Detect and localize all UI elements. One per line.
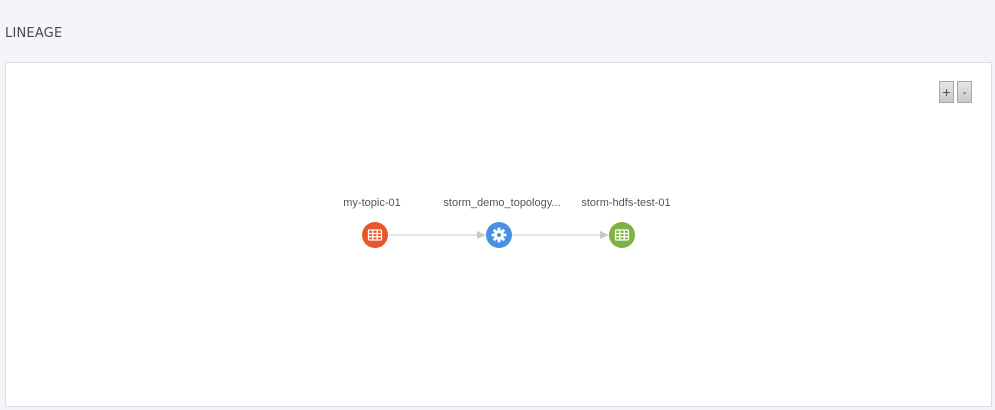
lineage-node-storm-topology[interactable]: storm_demo_topology... <box>443 197 561 248</box>
node-label: storm_demo_topology... <box>443 197 560 209</box>
node-label: storm-hdfs-test-01 <box>581 197 670 209</box>
lineage-panel: + - my-topic-01 storm_demo_topology... s… <box>5 62 992 407</box>
node-label: my-topic-01 <box>343 197 400 209</box>
lineage-node-my-topic[interactable]: my-topic-01 <box>343 197 401 248</box>
node-circle[interactable] <box>362 222 388 248</box>
node-circle[interactable] <box>609 222 635 248</box>
lineage-node-storm-hdfs[interactable]: storm-hdfs-test-01 <box>581 197 671 248</box>
section-title: LINEAGE <box>5 26 63 41</box>
gear-icon <box>491 227 507 243</box>
lineage-graph[interactable]: my-topic-01 storm_demo_topology... storm… <box>6 63 991 406</box>
